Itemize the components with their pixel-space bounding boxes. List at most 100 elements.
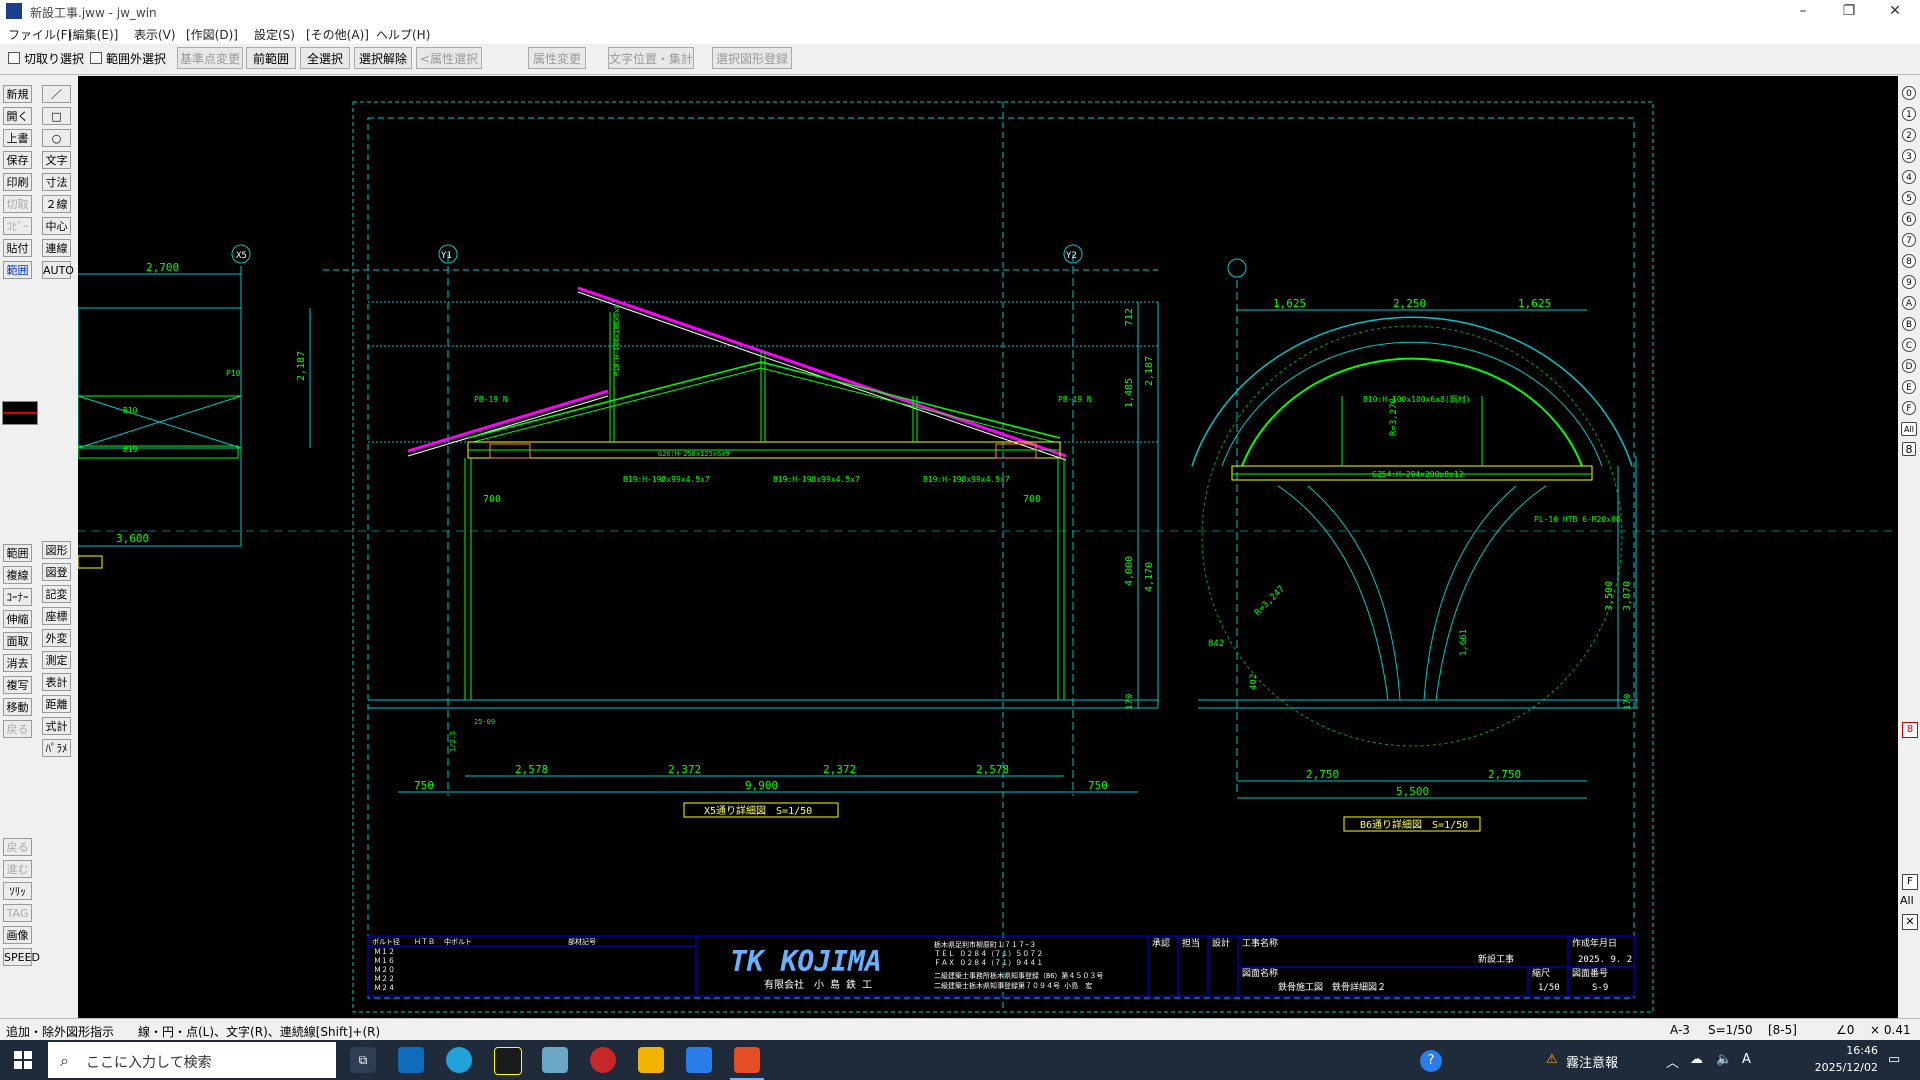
layer-button-f[interactable]: F (1902, 401, 1916, 415)
status-layer[interactable]: [8-5] (1768, 1023, 1797, 1037)
outlook-icon[interactable] (398, 1047, 424, 1073)
tool-col2_mid-4[interactable]: 外変 (42, 629, 71, 647)
help-icon[interactable]: ? (1420, 1050, 1442, 1072)
tool-col1_mid-4[interactable]: 面取 (3, 632, 32, 650)
tool-col1_top-3[interactable]: 保存 (3, 151, 32, 169)
layer-button-all[interactable]: All (1901, 422, 1917, 436)
layer-button-c[interactable]: C (1902, 338, 1916, 352)
notes-icon[interactable] (542, 1047, 568, 1073)
layer-group-f[interactable]: F (1902, 874, 1918, 890)
menu-edit[interactable]: [編集(E)] (68, 26, 118, 43)
cut-select-checkbox[interactable]: 切取り選択 (8, 50, 84, 67)
clock-time[interactable]: 16:46 (1808, 1044, 1878, 1057)
menu-other[interactable]: [その他(A)] (306, 26, 369, 43)
menu-file[interactable]: ファイル(F) (8, 26, 72, 43)
tool-col1_top-6[interactable]: ｺﾋﾟｰ (3, 217, 32, 235)
minimize-button[interactable]: – (1780, 0, 1826, 24)
notification-icon[interactable]: ▭ (1888, 1052, 1900, 1067)
layer-button-6[interactable]: 6 (1902, 212, 1916, 226)
tool-col2_top-2[interactable]: ○ (42, 129, 71, 147)
tool-col1_top-4[interactable]: 印刷 (3, 173, 32, 191)
tool-col1_bot-4[interactable]: 画像 (3, 926, 32, 944)
jww-icon[interactable] (494, 1047, 522, 1075)
tool-col2_top-7[interactable]: 連線 (42, 239, 71, 257)
tool-col2_top-1[interactable]: □ (42, 107, 71, 125)
tool-col2_mid-1[interactable]: 図登 (42, 563, 71, 581)
tool-col2_mid-7[interactable]: 距離 (42, 695, 71, 713)
layer-button-4[interactable]: 4 (1902, 170, 1916, 184)
taskbar-search-box[interactable]: ⌕ ここに入力して検索 (48, 1042, 336, 1078)
layer-button-2[interactable]: 2 (1902, 128, 1916, 142)
tool-col2_top-0[interactable]: ／ (42, 85, 71, 103)
layer-button-9[interactable]: 9 (1902, 275, 1916, 289)
app-pinned-icon[interactable] (734, 1047, 760, 1073)
tool-col2_mid-6[interactable]: 表計 (42, 673, 71, 691)
tray-network-icon[interactable]: ☁ (1690, 1052, 1703, 1067)
menu-draw[interactable]: [作図(D)] (186, 26, 238, 43)
tool-col1_bot-0[interactable]: 戻る (3, 838, 32, 856)
tool-col2_mid-9[interactable]: ﾊﾟﾗﾒ (42, 739, 71, 757)
layer-button-7[interactable]: 7 (1902, 233, 1916, 247)
tool-col1_mid-8[interactable]: 戻る (3, 720, 32, 738)
layer-button-0[interactable]: 0 (1902, 86, 1916, 100)
tool-col1_bot-3[interactable]: TAG (3, 904, 32, 922)
tool-col2_mid-2[interactable]: 記変 (42, 585, 71, 603)
file-explorer-icon[interactable] (638, 1047, 664, 1073)
layer-button-3[interactable]: 3 (1902, 149, 1916, 163)
select-all-button[interactable]: 全選択 (300, 47, 350, 69)
tool-col2_top-5[interactable]: ２線 (42, 195, 71, 213)
tool-col2_mid-5[interactable]: 測定 (42, 651, 71, 669)
weather-alert-text[interactable]: 霧注意報 (1566, 1052, 1618, 1071)
tray-volume-icon[interactable]: 🔈 (1716, 1052, 1732, 1067)
weather-warning-icon[interactable]: ⚠ (1546, 1052, 1558, 1067)
tool-col1_top-7[interactable]: 貼付 (3, 239, 32, 257)
edge-icon[interactable] (446, 1047, 472, 1073)
attr-change-button[interactable]: 属性変更 (528, 47, 586, 69)
tool-col1_top-1[interactable]: 開く (3, 107, 32, 125)
menu-settings[interactable]: 設定(S) (254, 26, 295, 43)
tool-col2_top-6[interactable]: 中心線 (42, 217, 71, 251)
prev-range-button[interactable]: 前範囲 (246, 47, 296, 69)
tool-col1_mid-7[interactable]: 移動 (3, 698, 32, 716)
tool-col1_top-8[interactable]: 範囲 (3, 261, 32, 279)
tool-col1_mid-3[interactable]: 伸縮 (3, 610, 32, 628)
tool-col2_mid-8[interactable]: 式計 (42, 717, 71, 735)
close-button[interactable]: ✕ (1872, 0, 1918, 24)
layer-button-5[interactable]: 5 (1902, 191, 1916, 205)
status-scale[interactable]: S=1/50 (1708, 1023, 1753, 1037)
tool-col1_top-2[interactable]: 上書 (3, 129, 32, 147)
status-paper[interactable]: A-3 (1670, 1023, 1690, 1037)
status-zoom[interactable]: × 0.41 (1870, 1023, 1911, 1037)
tool-col1_mid-6[interactable]: 複写 (3, 676, 32, 694)
tool-col1_bot-5[interactable]: SPEED (3, 948, 40, 966)
tool-col1_mid-5[interactable]: 消去 (3, 654, 32, 672)
tool-col1_top-5[interactable]: 切取 (3, 195, 32, 213)
tool-col1_bot-2[interactable]: ｿﾘｯﾄﾞ (3, 882, 32, 916)
tool-col2_top-4[interactable]: 寸法 (42, 173, 71, 191)
restore-button[interactable]: ❐ (1826, 0, 1872, 24)
layer-button-a[interactable]: A (1902, 296, 1916, 310)
layer-button-b[interactable]: B (1902, 317, 1916, 331)
power-icon[interactable] (590, 1047, 616, 1073)
tool-col2_mid-3[interactable]: 座標 (42, 607, 71, 625)
windows-start-icon[interactable] (14, 1051, 32, 1069)
tool-col2_mid-0[interactable]: 図形 (42, 541, 71, 559)
base-point-button[interactable]: 基準点変更 (177, 47, 243, 69)
tool-col1_top-0[interactable]: 新規 (3, 85, 32, 103)
app-icon[interactable] (6, 3, 22, 19)
tool-col1_bot-1[interactable]: 進む (3, 860, 32, 878)
task-view-icon[interactable]: ⧉ (350, 1047, 376, 1073)
tray-ime-icon[interactable]: A (1742, 1052, 1751, 1067)
photos-icon[interactable] (686, 1047, 712, 1073)
drawing-canvas[interactable]: X5 2,700 3,600 2,187 B10 B19 P10 Y1 Y2 2… (78, 76, 1898, 1018)
layer-button-8[interactable]: 8 (1902, 254, 1916, 268)
attr-select-button[interactable]: <属性選択> (416, 47, 482, 88)
register-shape-button[interactable]: 選択図形登録 (712, 47, 792, 69)
menu-view[interactable]: 表示(V) (134, 26, 176, 43)
layer-button-e[interactable]: E (1902, 380, 1916, 394)
layer-group-all[interactable]: All (1900, 894, 1914, 907)
text-position-button[interactable]: 文字位置・集計 (608, 47, 694, 69)
layer-group-active[interactable]: 8 (1902, 722, 1918, 738)
tool-col1_mid-2[interactable]: ｺｰﾅｰ (3, 588, 32, 606)
tool-col2_top-3[interactable]: 文字 (42, 151, 71, 169)
